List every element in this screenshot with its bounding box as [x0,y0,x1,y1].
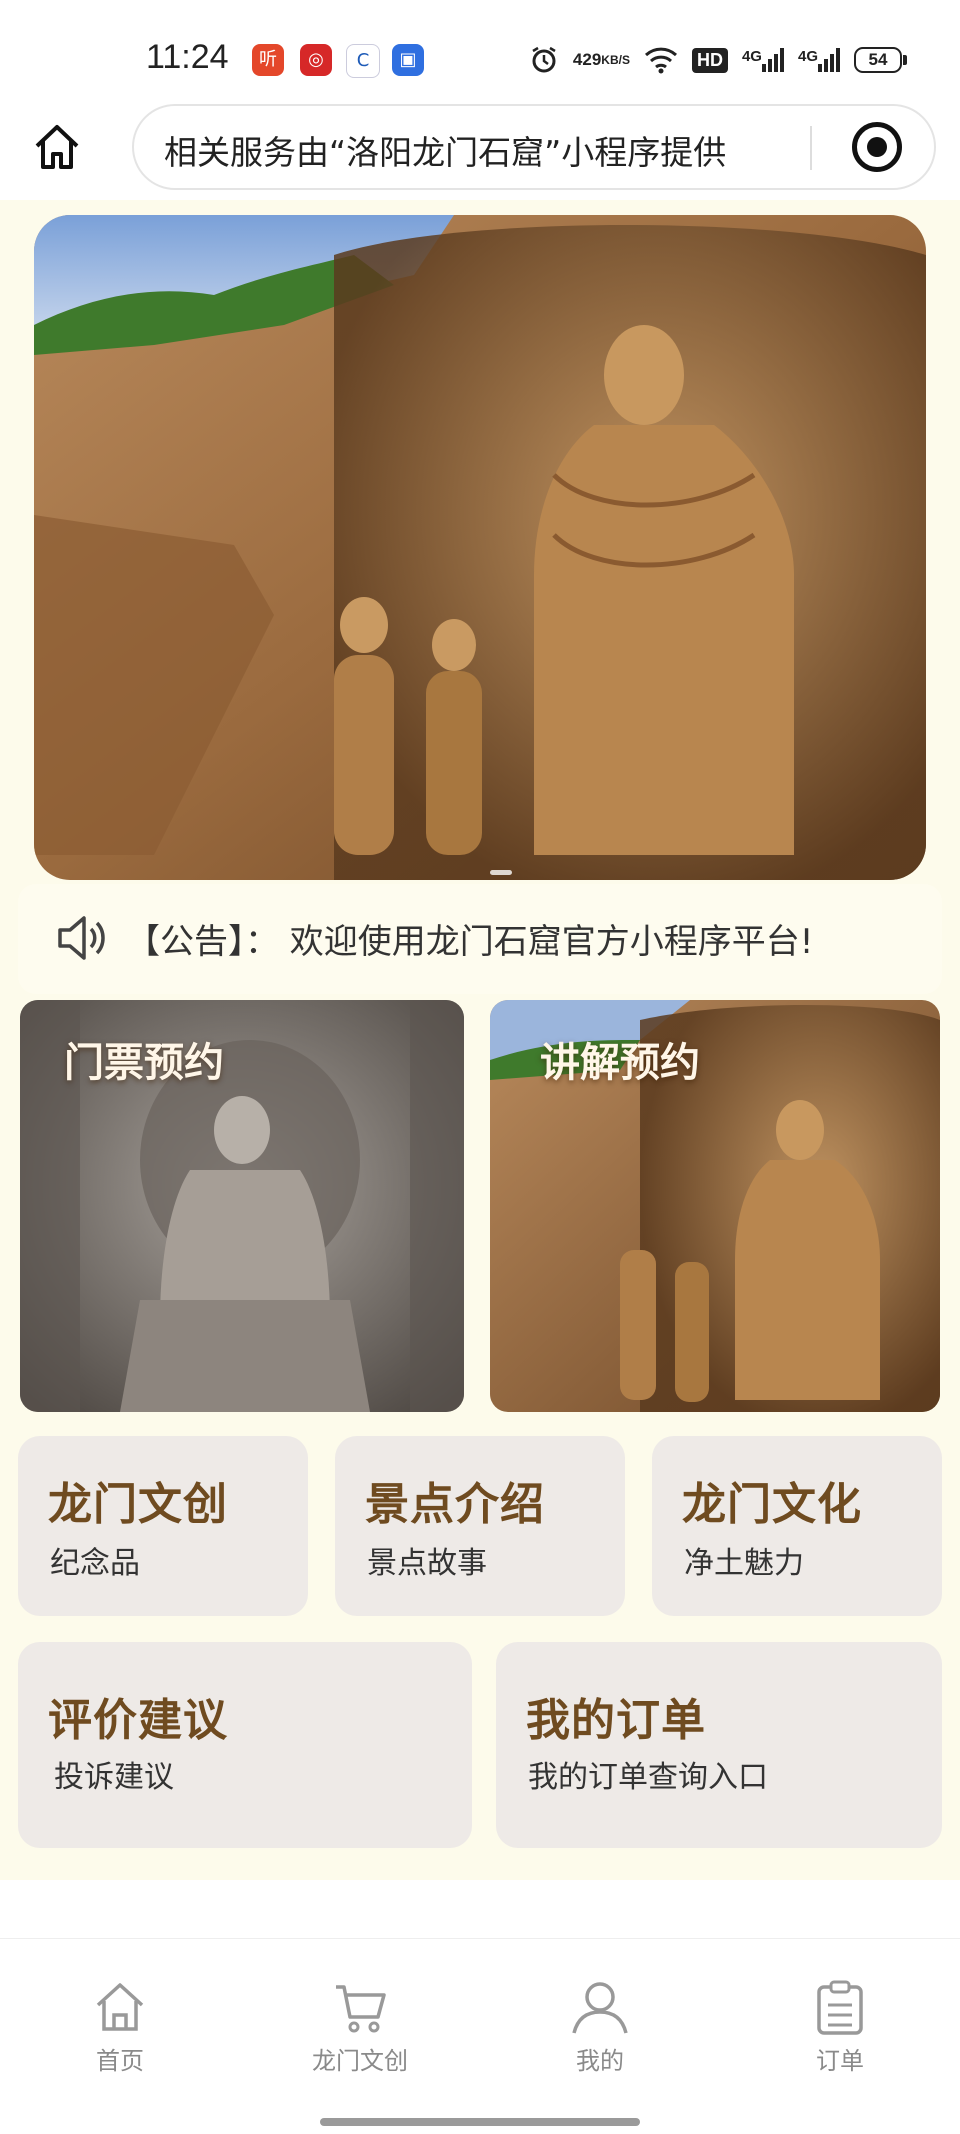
tab-label: 订单 [816,2047,864,2075]
home-icon [96,1983,144,2031]
tile-subtitle: 投诉建议 [54,1760,174,1795]
feedback-tile[interactable]: 评价建议 投诉建议 [18,1642,472,1848]
tile-title: 我的订单 [526,1695,706,1746]
page-content: 【公告】： 欢迎使用龙门石窟官方小程序平台! 门票预约 讲解预约 龙门文创 纪念… [0,200,960,1880]
attractions-tile[interactable]: 景点介绍 景点故事 [335,1436,625,1616]
mini-program-address-bar[interactable]: 相关服务由“洛阳龙门石窟”小程序提供 [132,104,936,190]
red-app-icon: ◎ [300,44,332,76]
announcement-bar: 【公告】： 欢迎使用龙门石窟官方小程序平台! [18,884,942,994]
announcement-text: 【公告】： 欢迎使用龙门石窟官方小程序平台! [126,922,814,962]
tab-label: 龙门文创 [312,2047,408,2075]
tab-cultural-products[interactable]: 龙门文创 [290,1979,430,2076]
speaker-icon [54,910,110,966]
tile-title: 龙门文创 [48,1479,228,1530]
record-icon[interactable] [852,122,902,172]
tile-subtitle: 我的订单查询入口 [528,1760,768,1795]
listen-app-icon: 听 [252,44,284,76]
user-icon [572,1982,628,2034]
guide-booking-label: 讲解预约 [540,1039,700,1086]
tile-subtitle: 净土魅力 [684,1546,804,1581]
status-time: 11:24 [146,38,229,76]
cart-icon [336,1985,386,2033]
hd-icon: HD [691,47,728,73]
signal-label-1: 4G [741,48,762,65]
net-speed-unit: KB/S [601,53,630,67]
battery-icon: 54 [854,47,907,73]
status-bar: 11:24 听 ◎ C ▣ 429 KB/S HD 4G 4G 54 [0,0,960,110]
my-orders-tile[interactable]: 我的订单 我的订单查询入口 [496,1642,942,1848]
tab-label: 我的 [576,2047,624,2075]
blue-square-app-icon: ▣ [392,44,424,76]
home-indicator[interactable] [320,2118,640,2126]
net-speed-value: 429 [572,50,602,69]
tab-orders[interactable]: 订单 [770,1979,910,2076]
longmen-culture-tile[interactable]: 龙门文化 净土魅力 [652,1436,942,1616]
cultural-products-tile[interactable]: 龙门文创 纪念品 [18,1436,308,1616]
signal-icon-1: 4G [742,48,784,72]
tile-title: 龙门文化 [682,1479,862,1530]
tab-mine[interactable]: 我的 [530,1979,670,2076]
longmen-grottoes-image [34,215,926,880]
tile-title: 评价建议 [48,1695,228,1746]
alarm-icon [529,45,559,75]
tile-subtitle: 景点故事 [367,1546,487,1581]
wifi-icon [644,46,678,74]
service-provider-text: 相关服务由“洛阳龙门石窟”小程序提供 [164,133,727,172]
tab-home[interactable]: 首页 [50,1979,190,2076]
ticket-booking-label: 门票预约 [64,1039,224,1086]
clipboard-icon [817,1980,863,2035]
home-icon[interactable] [32,122,82,172]
address-bar-divider [810,126,812,170]
net-speed: 429 KB/S [572,50,630,69]
carousel-indicator [490,870,512,875]
top-navigation: 相关服务由“洛阳龙门石窟”小程序提供 [0,104,960,196]
blue-c-app-icon: C [346,44,380,78]
signal-label-2: 4G [797,48,818,65]
tile-subtitle: 纪念品 [50,1546,140,1581]
bottom-tab-bar: 首页 龙门文创 我的 订单 [0,1938,960,2134]
status-indicators: 429 KB/S HD 4G 4G 54 [529,38,907,82]
tile-title: 景点介绍 [365,1479,545,1530]
banner-carousel[interactable] [34,215,926,880]
ticket-booking-card[interactable]: 门票预约 [20,1000,464,1412]
signal-icon-2: 4G [798,48,840,72]
guide-booking-card[interactable]: 讲解预约 [490,1000,940,1412]
tab-label: 首页 [96,2047,144,2075]
